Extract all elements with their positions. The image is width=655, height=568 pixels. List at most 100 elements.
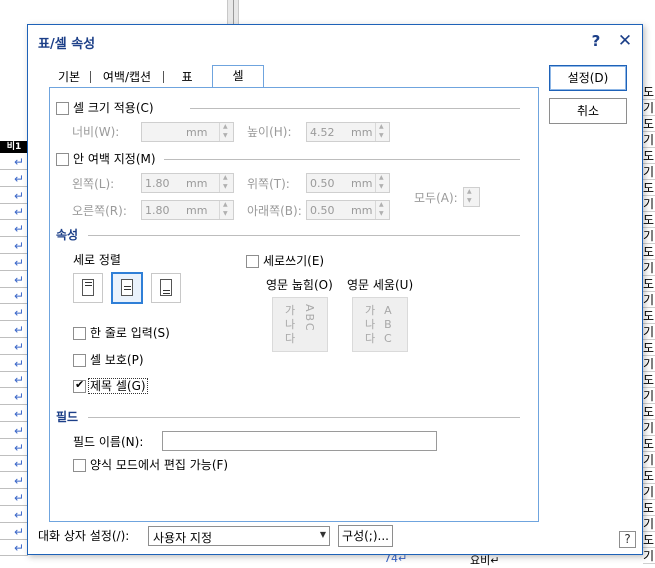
group-divider xyxy=(88,235,520,236)
form-edit-checkbox[interactable] xyxy=(73,459,86,472)
width-label: 너비(W): xyxy=(72,125,120,139)
right-margin-spinner[interactable]: 1.80 mm xyxy=(141,200,234,220)
row-line xyxy=(0,203,28,204)
height-unit: mm xyxy=(351,126,373,139)
close-icon[interactable]: ✕ xyxy=(613,30,637,52)
bottom-margin-spinner[interactable]: 0.50 mm xyxy=(306,200,390,220)
compose-button[interactable]: 구성(;)... xyxy=(338,525,393,547)
single-line-label: 한 줄로 입력(S) xyxy=(90,326,170,340)
return-mark: ↵ xyxy=(14,525,25,539)
english-lay-text: ABC xyxy=(303,304,316,333)
right-margin-arrows[interactable] xyxy=(219,201,233,219)
left-margin-unit: mm xyxy=(186,177,208,190)
valign-top-icon xyxy=(82,279,94,296)
field-name-input[interactable] xyxy=(162,431,437,451)
return-mark: ↵ xyxy=(14,340,25,354)
left-margin-arrows[interactable] xyxy=(219,174,233,192)
english-lay-option[interactable]: 가 나 다 ABC xyxy=(272,297,328,352)
right-margin-label: 오른쪽(R): xyxy=(72,204,127,218)
width-spinner-arrows[interactable] xyxy=(219,123,233,141)
marker-label: 비1 xyxy=(6,142,22,152)
return-mark: ↵ xyxy=(14,189,25,203)
row-line xyxy=(0,404,28,405)
tab-margin-caption[interactable]: 여백/캡션 xyxy=(94,67,160,87)
valign-label: 세로 정렬 xyxy=(73,253,121,267)
right-column-cell: 기 xyxy=(643,197,655,212)
top-margin-label: 위쪽(T): xyxy=(247,177,290,191)
group-divider xyxy=(190,108,520,109)
tab-basic[interactable]: 기본 xyxy=(54,67,84,87)
cancel-button[interactable]: 취소 xyxy=(549,98,627,124)
width-unit: mm xyxy=(186,126,208,139)
return-mark: ↵ xyxy=(14,424,25,438)
top-margin-value: 0.50 xyxy=(310,177,335,190)
row-line xyxy=(0,320,28,321)
vertical-writing-checkbox[interactable] xyxy=(246,255,259,268)
korean-lay-text: 가 나 다 xyxy=(285,304,296,345)
dialog-setting-value: 사용자 지정 xyxy=(153,531,213,545)
right-column-cell: 기 xyxy=(643,549,655,564)
english-stand-option[interactable]: 가 나 다 A B C xyxy=(352,297,408,352)
row-line xyxy=(0,303,28,304)
single-line-checkbox[interactable] xyxy=(73,327,86,340)
vertical-writing-label: 세로쓰기(E) xyxy=(263,254,325,268)
return-mark: ↵ xyxy=(14,474,25,488)
help-button-label: ? xyxy=(624,532,631,546)
english-stand-label: 영문 세움(U) xyxy=(347,278,414,292)
help-button[interactable]: ? xyxy=(619,531,636,548)
cell-tab-panel: 셀 크기 적용(C) 너비(W): mm 높이(H): 4.52 mm 안 여백… xyxy=(49,87,539,522)
valign-center-button[interactable] xyxy=(111,272,143,304)
english-lay-label: 영문 눕힘(O) xyxy=(266,278,333,292)
bottom-margin-unit: mm xyxy=(351,204,373,217)
inner-margin-label: 안 여백 지정(M) xyxy=(73,152,156,166)
valign-top-button[interactable] xyxy=(73,273,103,303)
dialog-titlebar[interactable]: 표/셀 속성 ? ✕ xyxy=(28,25,642,57)
row-line xyxy=(0,371,28,372)
right-column-cell: 도 xyxy=(643,341,655,356)
dialog-setting-select[interactable]: 사용자 지정 ▼ xyxy=(148,526,330,546)
tab-table[interactable]: 표 xyxy=(176,67,198,87)
width-spinner[interactable]: mm xyxy=(141,122,234,142)
protect-cell-checkbox[interactable] xyxy=(73,354,86,367)
cancel-button-label: 취소 xyxy=(576,104,600,118)
inner-margin-checkbox[interactable] xyxy=(56,153,69,166)
row-line xyxy=(0,438,28,439)
right-column-cell: 기 xyxy=(643,133,655,148)
right-column-cell: 도 xyxy=(643,373,655,388)
ok-button[interactable]: 설정(D) xyxy=(549,65,627,91)
tab-cell[interactable]: 셀 xyxy=(212,65,264,88)
help-icon[interactable]: ? xyxy=(584,30,608,52)
return-mark: ↵ xyxy=(14,457,25,471)
right-column-cell: 기 xyxy=(643,325,655,340)
top-margin-spinner[interactable]: 0.50 mm xyxy=(306,173,390,193)
field-section-title: 필드 xyxy=(56,410,79,424)
right-column-cell: 도 xyxy=(643,85,655,100)
left-margin-spinner[interactable]: 1.80 mm xyxy=(141,173,234,193)
height-spinner[interactable]: 4.52 mm xyxy=(306,122,390,142)
cell-size-checkbox[interactable] xyxy=(56,102,69,115)
right-column-cell: 기 xyxy=(643,357,655,372)
bottom-margin-arrows[interactable] xyxy=(375,201,389,219)
right-column-cell: 기 xyxy=(643,229,655,244)
valign-bottom-icon xyxy=(160,279,172,296)
right-column-cell: 기 xyxy=(643,485,655,500)
title-cell-checkbox[interactable] xyxy=(73,378,86,393)
all-margin-arrows[interactable] xyxy=(464,188,479,206)
return-mark: ↵ xyxy=(14,491,25,505)
ok-button-label: 설정(D) xyxy=(567,71,609,85)
row-line xyxy=(0,354,28,355)
valign-bottom-button[interactable] xyxy=(151,273,181,303)
return-mark: ↵ xyxy=(14,357,25,371)
right-column-cell: 도 xyxy=(643,533,655,548)
top-margin-arrows[interactable] xyxy=(375,174,389,192)
all-margin-spinner[interactable] xyxy=(463,187,480,207)
row-line xyxy=(0,253,28,254)
return-mark: ↵ xyxy=(14,256,25,270)
height-label: 높이(H): xyxy=(247,125,292,139)
return-mark: ↵ xyxy=(14,222,25,236)
left-margin-value: 1.80 xyxy=(145,177,170,190)
right-column-cell: 기 xyxy=(643,421,655,436)
height-value: 4.52 xyxy=(310,126,335,139)
return-mark: ↵ xyxy=(14,373,25,387)
height-spinner-arrows[interactable] xyxy=(375,123,389,141)
